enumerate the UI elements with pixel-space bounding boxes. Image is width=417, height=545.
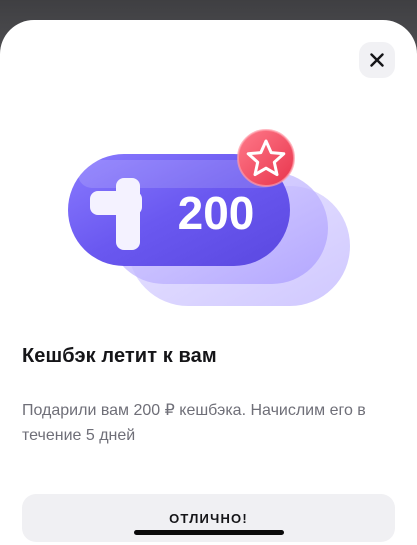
cashback-illustration: 200 bbox=[68, 108, 368, 308]
cashback-bottom-sheet: 200 Кешбэк летит к вам Подарили вам 200 … bbox=[0, 20, 417, 545]
dialog-title: Кешбэк летит к вам bbox=[22, 345, 217, 367]
dialog-description: Подарили вам 200 ₽ кешбэка. Начислим его… bbox=[22, 402, 366, 444]
amount-text: 200 bbox=[178, 187, 255, 239]
home-indicator bbox=[134, 530, 284, 535]
close-icon bbox=[370, 53, 384, 67]
close-button[interactable] bbox=[359, 42, 395, 78]
